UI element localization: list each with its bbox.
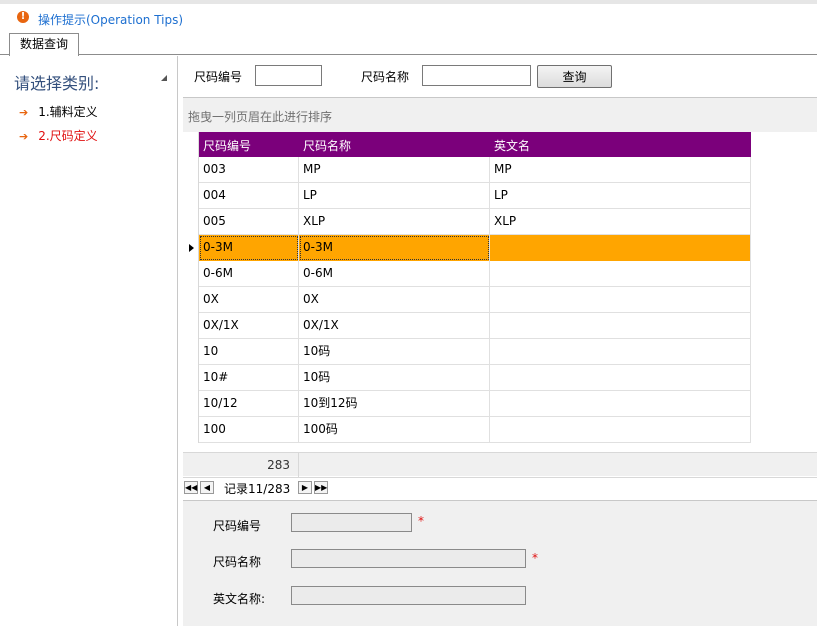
cell-english[interactable]: LP — [490, 183, 751, 209]
search-code-label: 尺码编号 — [194, 70, 243, 84]
row-indicator[interactable] — [183, 313, 199, 339]
first-record-button[interactable]: ◀◀ — [184, 481, 198, 494]
row-indicator[interactable] — [183, 365, 199, 391]
table-row[interactable]: 004 LP LP — [183, 183, 751, 209]
table-row[interactable]: 0-3M 0-3M — [183, 235, 751, 261]
query-button[interactable]: 查询 — [537, 65, 612, 88]
cell-english[interactable] — [490, 235, 751, 261]
grid-header: 尺码编号 尺码名称 英文名 — [199, 132, 751, 157]
table-row[interactable]: 10 10码 — [183, 339, 751, 365]
row-count: 283 — [199, 453, 299, 477]
category-title: 请选择类别: — [14, 74, 100, 93]
last-record-button[interactable]: ▶▶ — [314, 481, 328, 494]
cell-name[interactable]: MP — [299, 157, 490, 183]
cell-name[interactable]: 10码 — [299, 339, 490, 365]
cell-english[interactable] — [490, 261, 751, 287]
cell-code[interactable]: 004 — [199, 183, 299, 209]
prev-record-button[interactable]: ◀ — [200, 481, 214, 494]
row-indicator[interactable] — [183, 287, 199, 313]
edit-panel: 尺码编号 * 尺码名称 * 英文名称: — [183, 500, 817, 626]
grid-footer: 283 — [183, 452, 817, 477]
next-record-button[interactable]: ▶ — [298, 481, 312, 494]
cell-name[interactable]: 10码 — [299, 365, 490, 391]
cell-code[interactable]: 0-3M — [199, 235, 299, 261]
cell-name[interactable]: 0X/1X — [299, 313, 490, 339]
search-code-input[interactable] — [255, 65, 322, 86]
warning-icon: ! — [17, 11, 29, 23]
cell-english[interactable] — [490, 287, 751, 313]
row-indicator[interactable] — [183, 157, 199, 183]
cell-english[interactable] — [490, 417, 751, 443]
table-row[interactable]: 005 XLP XLP — [183, 209, 751, 235]
tips-bar: ! 操作提示(Operation Tips) — [0, 0, 817, 32]
column-header-code[interactable]: 尺码编号 — [203, 137, 251, 154]
record-position: 记录11/283 — [224, 482, 291, 496]
cell-name[interactable]: 0X — [299, 287, 490, 313]
cell-code[interactable]: 10/12 — [199, 391, 299, 417]
row-indicator[interactable] — [183, 261, 199, 287]
tab-strip: 数据查询 — [0, 32, 817, 56]
category-panel: 请选择类别: ➔ 1.辅料定义 ➔ 2.尺码定义 — [5, 56, 178, 626]
cell-name[interactable]: 0-6M — [299, 261, 490, 287]
tab-data-query[interactable]: 数据查询 — [9, 33, 79, 56]
cell-english[interactable]: XLP — [490, 209, 751, 235]
cell-english[interactable] — [490, 391, 751, 417]
table-row[interactable]: 0-6M 0-6M — [183, 261, 751, 287]
search-name-input[interactable] — [422, 65, 531, 86]
arrow-right-icon: ➔ — [19, 106, 29, 119]
edit-english-label: 英文名称: — [213, 592, 266, 606]
table-row[interactable]: 0X 0X — [183, 287, 751, 313]
cell-code[interactable]: 100 — [199, 417, 299, 443]
column-header-name[interactable]: 尺码名称 — [303, 137, 351, 154]
arrow-right-icon: ➔ — [19, 130, 29, 143]
cell-english[interactable] — [490, 339, 751, 365]
table-row[interactable]: 100 100码 — [183, 417, 751, 443]
cell-code[interactable]: 10 — [199, 339, 299, 365]
edit-english-field[interactable] — [291, 586, 526, 605]
cell-code[interactable]: 0X — [199, 287, 299, 313]
record-navigator: ◀◀ ◀ 记录11/283 ▶ ▶▶ — [183, 477, 817, 497]
cell-name[interactable]: 0-3M — [299, 235, 490, 261]
cell-name[interactable]: XLP — [299, 209, 490, 235]
table-row[interactable]: 10/12 10到12码 — [183, 391, 751, 417]
category-item-size[interactable]: ➔ 2.尺码定义 — [19, 127, 98, 144]
grid-corner — [183, 132, 199, 157]
edit-name-label: 尺码名称 — [213, 555, 262, 569]
cell-name[interactable]: 10到12码 — [299, 391, 490, 417]
cell-code[interactable]: 0X/1X — [199, 313, 299, 339]
search-name-label: 尺码名称 — [361, 70, 410, 84]
required-mark: * — [418, 514, 424, 528]
cell-code[interactable]: 0-6M — [199, 261, 299, 287]
cell-code[interactable]: 10# — [199, 365, 299, 391]
edit-code-field[interactable] — [291, 513, 412, 532]
table-row[interactable]: 10# 10码 — [183, 365, 751, 391]
category-item-accessory[interactable]: ➔ 1.辅料定义 — [19, 103, 98, 120]
cell-english[interactable]: MP — [490, 157, 751, 183]
group-by-panel[interactable]: 拖曳一列页眉在此进行排序 — [183, 98, 817, 132]
edit-name-field[interactable] — [291, 549, 526, 568]
cell-name[interactable]: LP — [299, 183, 490, 209]
column-header-english[interactable]: 英文名 — [494, 137, 530, 154]
category-item-label: 1.辅料定义 — [38, 105, 98, 119]
collapse-icon[interactable] — [161, 75, 167, 81]
grid-rows: 003 MP MP 004 LP LP 005 XLP XLP 0-3M 0-3M 0-6M 0-6M 0… — [183, 157, 751, 443]
edit-code-label: 尺码编号 — [213, 519, 262, 533]
row-indicator[interactable] — [183, 339, 199, 365]
row-indicator[interactable] — [183, 183, 199, 209]
table-row[interactable]: 003 MP MP — [183, 157, 751, 183]
data-grid: 拖曳一列页眉在此进行排序 尺码编号 尺码名称 英文名 003 MP MP 004 LP L… — [183, 97, 817, 497]
required-mark: * — [532, 551, 538, 565]
row-indicator[interactable] — [183, 391, 199, 417]
table-row[interactable]: 0X/1X 0X/1X — [183, 313, 751, 339]
row-indicator[interactable] — [183, 417, 199, 443]
row-indicator[interactable] — [183, 235, 199, 261]
row-indicator[interactable] — [183, 209, 199, 235]
cell-english[interactable] — [490, 313, 751, 339]
cell-code[interactable]: 003 — [199, 157, 299, 183]
cell-english[interactable] — [490, 365, 751, 391]
operation-tips-link[interactable]: 操作提示(Operation Tips) — [38, 11, 183, 28]
cell-code[interactable]: 005 — [199, 209, 299, 235]
category-item-label: 2.尺码定义 — [38, 129, 98, 143]
cell-name[interactable]: 100码 — [299, 417, 490, 443]
